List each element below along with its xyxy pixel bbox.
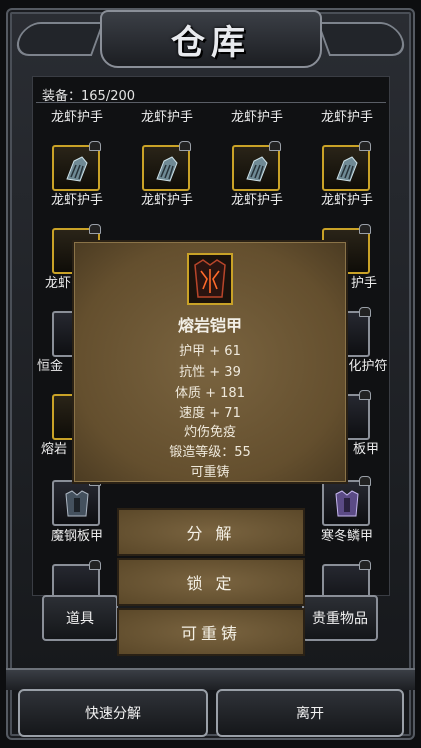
inventory-slot[interactable] bbox=[52, 476, 101, 526]
lock-icon bbox=[359, 476, 371, 486]
item-icon-frame bbox=[187, 253, 233, 305]
stat-line: 可重铸 bbox=[190, 465, 230, 480]
lock-icon bbox=[359, 560, 371, 570]
title-plate: 仓库 bbox=[100, 10, 322, 68]
item-label: 龙虾护手 bbox=[50, 110, 103, 125]
stat-line: 护甲 + 61 bbox=[179, 344, 241, 359]
item-label: 龙虾护手 bbox=[320, 110, 373, 125]
lock-icon bbox=[269, 141, 281, 151]
quick-decompose-button[interactable]: 快速分解 bbox=[18, 689, 208, 737]
gauntlet-icon bbox=[156, 156, 178, 182]
lava-armor-icon bbox=[194, 259, 226, 298]
leave-button[interactable]: 离开 bbox=[216, 689, 404, 737]
item-label: 龙虾护手 bbox=[140, 110, 193, 125]
item-label: 魔钢板甲 bbox=[50, 529, 103, 544]
lock-button[interactable]: 锁 定 bbox=[117, 558, 305, 606]
item-label: 龙虾护手 bbox=[50, 193, 103, 208]
divider bbox=[36, 102, 386, 103]
item-name: 熔岩铠甲 bbox=[177, 316, 242, 335]
lock-icon bbox=[359, 390, 371, 400]
inventory-slot[interactable] bbox=[232, 141, 281, 191]
stat-line: 速度 + 71 bbox=[179, 406, 241, 421]
inventory-slot[interactable] bbox=[322, 141, 371, 191]
inventory-slot[interactable] bbox=[322, 476, 371, 526]
item-label: 化护符 bbox=[348, 359, 388, 374]
lock-icon bbox=[89, 224, 101, 234]
item-label: 板甲 bbox=[352, 442, 379, 457]
lock-icon bbox=[359, 224, 371, 234]
item-label: 龙虾护手 bbox=[230, 193, 283, 208]
tab-valuables[interactable]: 贵重物品 bbox=[302, 595, 378, 641]
lock-icon bbox=[359, 307, 371, 317]
item-detail-popup: 熔岩铠甲 护甲 + 61 抗性 + 39 体质 + 181 速度 + 71 灼伤… bbox=[72, 240, 348, 484]
item-label: 龙虾护手 bbox=[320, 193, 373, 208]
page-title: 仓库 bbox=[171, 22, 251, 63]
lock-icon bbox=[359, 141, 371, 151]
item-label: 寒冬鳞甲 bbox=[320, 529, 373, 544]
stat-line: 抗性 + 39 bbox=[179, 365, 241, 380]
inventory-slot[interactable] bbox=[142, 141, 191, 191]
armor-icon bbox=[335, 490, 359, 517]
decompose-button[interactable]: 分 解 bbox=[117, 508, 305, 556]
gauntlet-icon bbox=[336, 156, 358, 182]
bottom-bar bbox=[6, 668, 415, 690]
gauntlet-icon bbox=[246, 156, 268, 182]
lock-icon bbox=[179, 141, 191, 151]
stat-line: 灼伤免疫 bbox=[183, 425, 236, 440]
lock-icon bbox=[89, 141, 101, 151]
stat-line: 锻造等级：55 bbox=[169, 445, 251, 460]
reforge-button[interactable]: 可重铸 bbox=[117, 608, 305, 656]
stat-line: 体质 + 181 bbox=[175, 386, 245, 401]
armor-icon bbox=[65, 490, 89, 517]
item-label: 龙虾护手 bbox=[230, 110, 283, 125]
gauntlet-icon bbox=[66, 156, 88, 182]
lock-icon bbox=[89, 560, 101, 570]
tab-items[interactable]: 道具 bbox=[42, 595, 118, 641]
item-label: 恒金 bbox=[36, 359, 63, 374]
inventory-slot[interactable] bbox=[52, 141, 101, 191]
item-label: 龙虾护手 bbox=[140, 193, 193, 208]
title-ornament-left bbox=[11, 22, 105, 56]
